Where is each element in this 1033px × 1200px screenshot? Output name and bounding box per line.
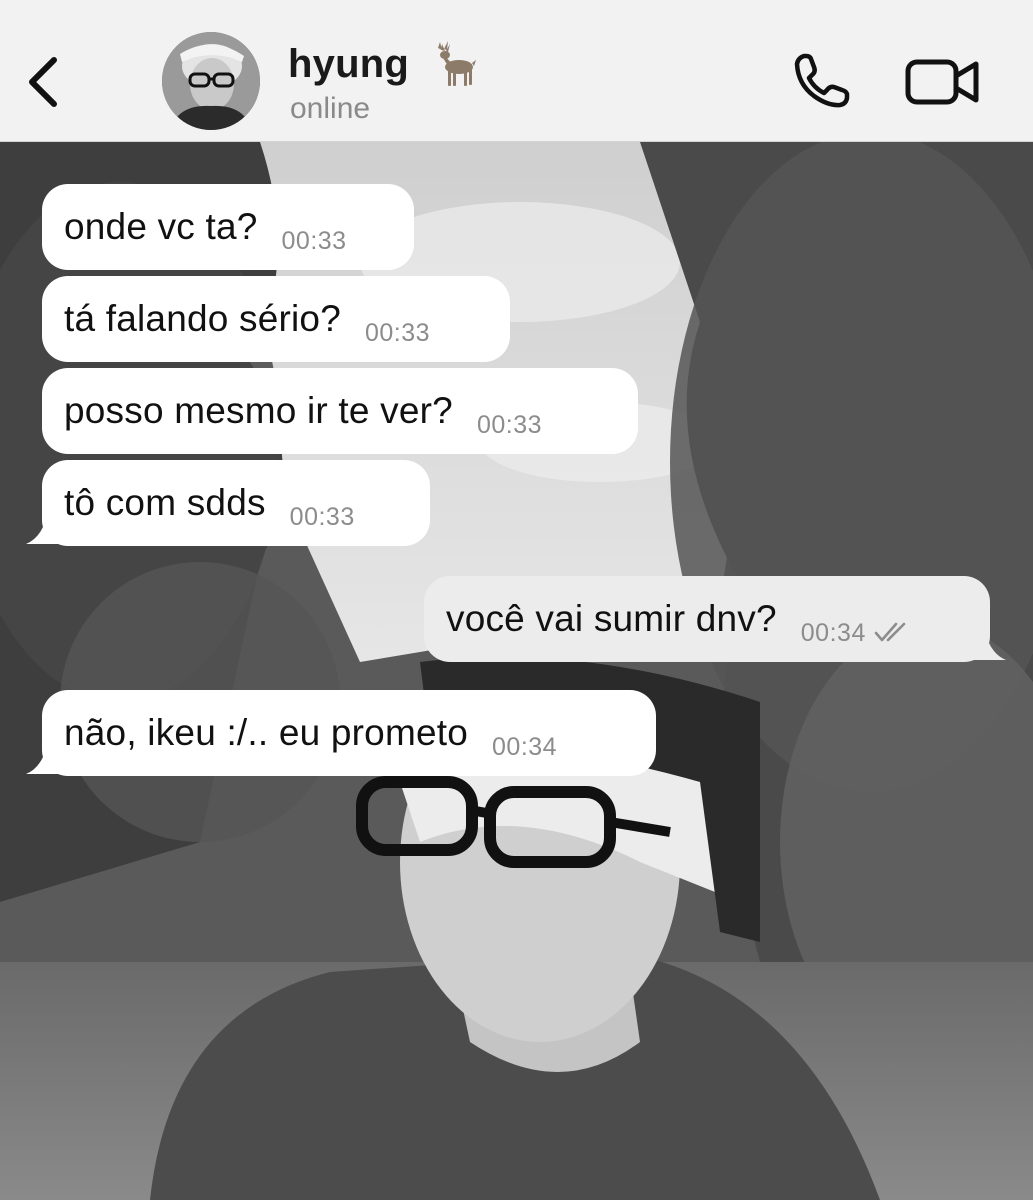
message-text: tá falando sério? [64, 298, 341, 339]
back-chevron-icon [29, 57, 57, 107]
contact-avatar[interactable] [162, 32, 260, 130]
contact-status: online [290, 92, 371, 125]
message-bubble-incoming[interactable]: tô com sdds 00:33 [42, 460, 430, 546]
message-bubble-incoming[interactable]: tá falando sério? 00:33 [42, 276, 510, 362]
message-text: não, ikeu :/.. eu prometo [64, 712, 469, 753]
message-time: 00:33 [476, 410, 542, 439]
contact-name[interactable]: hyung [288, 42, 409, 87]
message-time: 00:33 [289, 502, 355, 531]
message-time: 00:33 [364, 318, 431, 347]
message-time: 00:33 [281, 226, 347, 255]
message-bubble-outgoing[interactable]: você vai sumir dnv? 00:34 [424, 576, 990, 662]
message-bubble-incoming[interactable]: não, ikeu :/.. eu prometo 00:34 [42, 690, 656, 776]
video-camera-icon [905, 59, 979, 105]
phone-icon [794, 53, 850, 108]
message-bubble-incoming[interactable]: onde vc ta? 00:33 [42, 184, 414, 270]
message-time: 00:34 [492, 732, 558, 761]
message-text: onde vc ta? [64, 206, 258, 247]
message-text: tô com sdds [64, 482, 266, 523]
message-text: posso mesmo ir te ver? [64, 390, 453, 431]
back-button[interactable] [20, 48, 70, 118]
double-check-icon [874, 622, 906, 642]
chat-header: hyung online [0, 0, 1033, 142]
voice-call-button[interactable] [790, 50, 852, 112]
message-time: 00:34 [800, 618, 866, 647]
avatar-photo [162, 32, 260, 130]
message-bubble-incoming[interactable]: posso mesmo ir te ver? 00:33 [42, 368, 638, 454]
video-call-button[interactable] [904, 56, 982, 108]
deer-icon [438, 41, 476, 86]
message-text: você vai sumir dnv? [446, 598, 777, 639]
